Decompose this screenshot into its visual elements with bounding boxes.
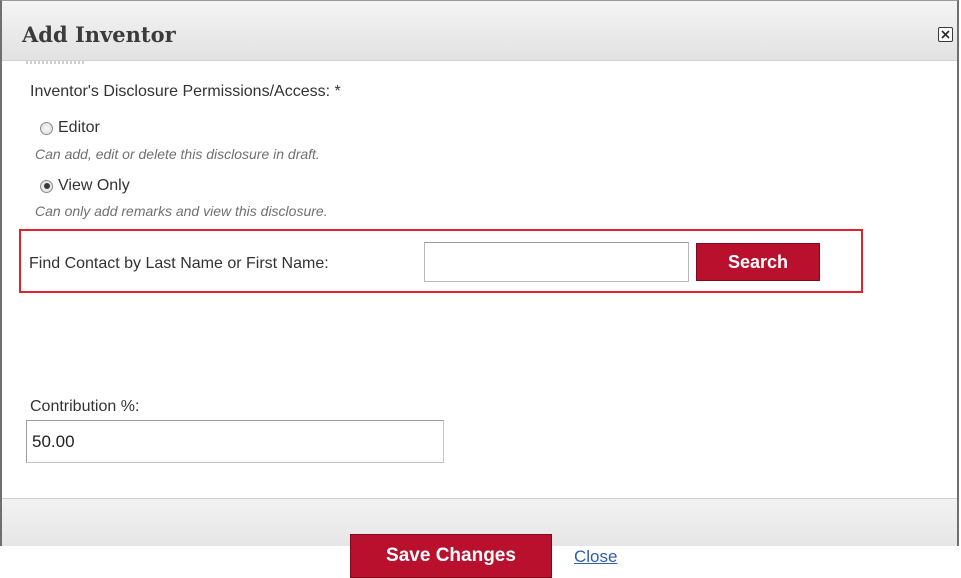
radio-view-only-circle[interactable]: [40, 179, 53, 193]
radio-view-only-label: View Only: [58, 177, 130, 194]
dialog-title: Add Inventor: [22, 22, 176, 47]
radio-editor[interactable]: Editor: [40, 119, 100, 137]
dialog-footer: Save Changes Close: [2, 498, 957, 578]
dialog-titlebar: Add Inventor: [2, 1, 957, 61]
close-link[interactable]: Close: [574, 547, 617, 567]
radio-editor-circle[interactable]: [40, 121, 53, 135]
find-contact-highlight: Find Contact by Last Name or First Name:…: [19, 229, 863, 293]
save-changes-button[interactable]: Save Changes: [350, 534, 552, 578]
radio-editor-label: Editor: [58, 119, 100, 136]
close-box-icon[interactable]: [938, 27, 953, 42]
find-contact-label: Find Contact by Last Name or First Name:: [29, 255, 329, 272]
title-divider: [26, 61, 84, 64]
permissions-label: Inventor's Disclosure Permissions/Access…: [30, 83, 341, 100]
add-inventor-dialog: Add Inventor Inventor's Disclosure Permi…: [0, 0, 959, 578]
radio-view-only-description: Can only add remarks and view this discl…: [35, 203, 328, 219]
find-contact-input[interactable]: [424, 242, 689, 282]
radio-view-only[interactable]: View Only: [40, 177, 130, 195]
contribution-input[interactable]: [26, 420, 444, 463]
contribution-label: Contribution %:: [30, 398, 140, 415]
radio-editor-description: Can add, edit or delete this disclosure …: [35, 146, 320, 162]
search-button[interactable]: Search: [696, 243, 820, 281]
